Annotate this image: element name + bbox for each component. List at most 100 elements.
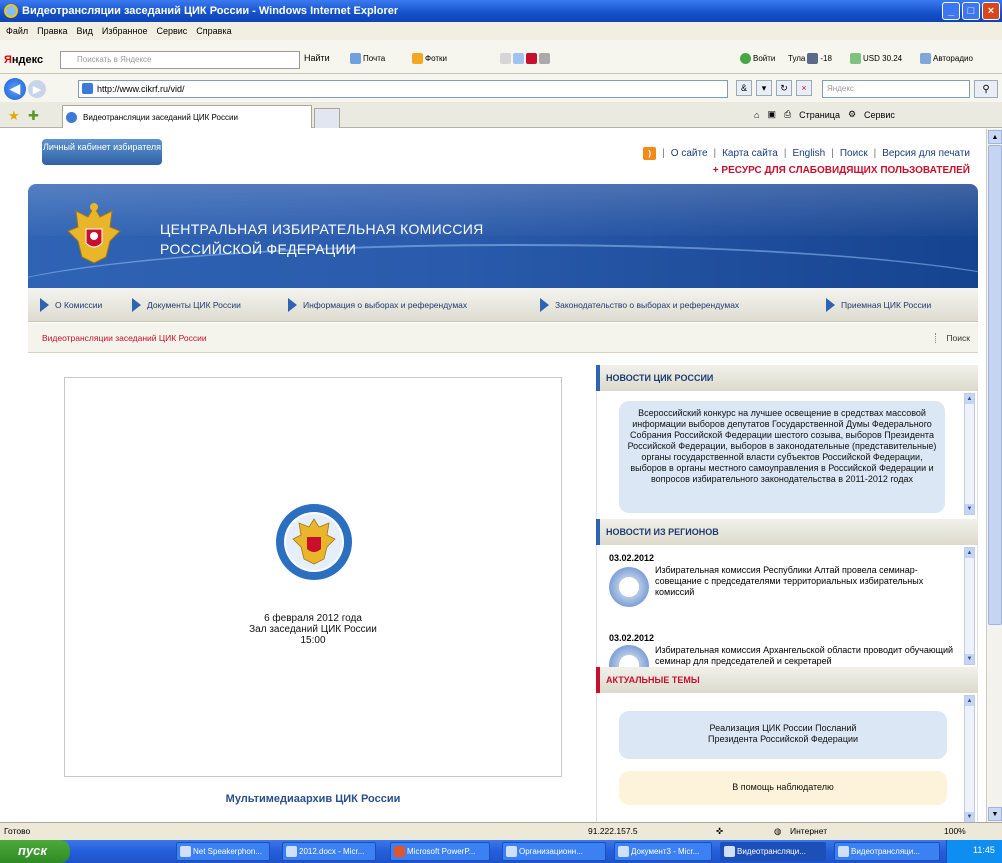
cik-emblem-icon — [276, 504, 352, 580]
compat-view-button[interactable]: & — [736, 80, 752, 96]
back-button[interactable]: ◀ — [4, 78, 26, 100]
link-sitemap[interactable]: Карта сайта — [722, 148, 778, 159]
clock[interactable]: 11:45 — [973, 845, 995, 855]
rss-icon[interactable]: ) — [643, 147, 657, 160]
close-button[interactable]: × — [982, 2, 1000, 20]
scroll-down-icon[interactable]: ▼ — [988, 807, 1002, 821]
taskbar-app[interactable]: Видеотрансляци... — [720, 842, 826, 861]
news-cik-header[interactable]: НОВОСТИ ЦИК РОССИИ — [596, 365, 978, 391]
link-about[interactable]: О сайте — [671, 148, 708, 159]
menu-edit[interactable]: Правка — [37, 26, 67, 36]
mail-button[interactable]: Почта — [350, 53, 385, 64]
address-input[interactable]: http://www.cikrf.ru/vid/ — [78, 80, 728, 98]
browser-search-button[interactable]: ⚲ — [974, 80, 998, 98]
news-cik-scrollbar[interactable]: ▲ ▼ — [964, 393, 975, 515]
news-cik-item[interactable]: Всероссийский конкурс на лучшее освещени… — [619, 401, 945, 513]
news-regions-header[interactable]: НОВОСТИ ИЗ РЕГИОНОВ — [596, 519, 978, 545]
news-thumbnail[interactable] — [609, 567, 649, 607]
stop-button[interactable]: × — [796, 80, 812, 96]
news-item-text[interactable]: Избирательная комиссия Республики Алтай … — [655, 565, 955, 598]
yandex-logo[interactable]: Яндекс — [4, 54, 43, 66]
minimize-button[interactable]: _ — [942, 2, 960, 20]
voter-cabinet-button[interactable]: Личный кабинет избирателя — [42, 139, 162, 165]
taskbar-app[interactable]: Организационн... — [502, 842, 606, 861]
zoom-level[interactable]: 100% — [944, 826, 966, 836]
topic-item-president-messages[interactable]: Реализация ЦИК России Посланий Президент… — [619, 711, 947, 759]
taskbar-app[interactable]: 2012.docx - Micr... — [282, 842, 376, 861]
banner-title-line2: РОССИЙСКОЙ ФЕДЕРАЦИИ — [160, 241, 357, 257]
nav-arrow-icon — [132, 298, 141, 312]
scroll-up-icon[interactable]: ▲ — [965, 394, 974, 404]
subnav-search[interactable]: Поиск — [935, 333, 970, 343]
video-player[interactable]: 6 февраля 2012 года Зал заседаний ЦИК Ро… — [64, 377, 562, 777]
accessibility-link[interactable]: + РЕСУРС ДЛЯ СЛАБОВИДЯЩИХ ПОЛЬЗОВАТЕЛЕЙ — [713, 165, 970, 176]
current-section[interactable]: Видеотрансляции заседаний ЦИК России — [42, 333, 207, 343]
weather-widget[interactable]: Тула -18 — [788, 53, 832, 64]
weather-city: Тула — [788, 54, 806, 63]
page-viewport: Личный кабинет избирателя ) | О сайте | … — [0, 129, 986, 822]
maximize-button[interactable]: □ — [962, 2, 980, 20]
dropdown-button[interactable]: ▾ — [756, 80, 772, 96]
scroll-down-icon[interactable]: ▼ — [965, 654, 974, 664]
link-search[interactable]: Поиск — [840, 148, 868, 159]
scroll-up-icon[interactable]: ▲ — [988, 130, 1002, 144]
feeds-icon[interactable]: ▣ — [767, 109, 776, 120]
new-tab-button[interactable] — [314, 108, 340, 128]
link-print-version[interactable]: Версия для печати — [882, 148, 970, 159]
nav-documents[interactable]: Документы ЦИК России — [132, 298, 241, 312]
browser-search-input[interactable]: Яндекс — [822, 80, 970, 98]
print-icon[interactable]: ⎙ — [784, 109, 791, 120]
scroll-down-icon[interactable]: ▼ — [965, 504, 974, 514]
news-item-text[interactable]: Избирательная комиссия Архангельской обл… — [655, 645, 955, 667]
multimedia-archive-link[interactable]: Мультимедиаархив ЦИК России — [64, 793, 562, 805]
mail-icon — [350, 53, 361, 64]
topics-header[interactable]: АКТУАЛЬНЫЕ ТЕМЫ — [596, 667, 978, 693]
yandex-search-input[interactable]: Поискать в Яндексе — [60, 51, 300, 69]
photos-button[interactable]: Фотки — [412, 53, 447, 64]
scroll-down-icon[interactable]: ▼ — [965, 812, 974, 822]
yandex-find-button[interactable]: Найти — [304, 53, 330, 63]
scroll-thumb[interactable] — [988, 145, 1002, 625]
scroll-up-icon[interactable]: ▲ — [965, 548, 974, 558]
nav-label: О Комиссии — [55, 300, 103, 310]
taskbar-app[interactable]: Microsoft PowerP... — [390, 842, 490, 861]
nav-elections-info[interactable]: Информация о выборах и референдумах — [288, 298, 467, 312]
page-menu[interactable]: Страница — [799, 110, 840, 120]
menu-favorites[interactable]: Избранное — [102, 26, 148, 36]
topics-scrollbar[interactable]: ▲ ▼ — [964, 695, 975, 822]
refresh-button[interactable]: ↻ — [776, 80, 792, 96]
taskbar-app[interactable]: Документ3 - Micr... — [614, 842, 712, 861]
tools-menu[interactable]: Сервис — [864, 110, 895, 120]
menu-view[interactable]: Вид — [77, 26, 93, 36]
home-icon[interactable]: ⌂ — [754, 110, 759, 120]
add-favorites-icon[interactable]: ✚ — [28, 108, 39, 124]
favorites-star-icon[interactable]: ★ — [8, 108, 20, 124]
tab-active[interactable]: Видеотрансляции заседаний ЦИК России — [62, 105, 312, 128]
coat-of-arms-icon[interactable] — [66, 201, 122, 267]
login-button[interactable]: Войти — [740, 53, 775, 64]
page-scrollbar[interactable]: ▲ ▼ — [986, 129, 1002, 822]
toolbar-extras[interactable] — [500, 53, 550, 64]
news-regions-scrollbar[interactable]: ▲ ▼ — [964, 547, 975, 665]
menu-tools[interactable]: Сервис — [156, 26, 187, 36]
broadcast-date: 6 февраля 2012 года — [264, 613, 362, 624]
mail-label: Почта — [363, 54, 386, 63]
radio-widget[interactable]: Авторадио — [920, 53, 973, 64]
news-thumbnail[interactable] — [609, 645, 649, 667]
menu-help[interactable]: Справка — [196, 26, 231, 36]
start-button[interactable]: пуск — [0, 840, 70, 863]
nav-legislation[interactable]: Законодательство о выборах и референдума… — [540, 298, 739, 312]
address-toolbar: ◀ ▶ http://www.cikrf.ru/vid/ & ▾ ↻ × Янд… — [0, 74, 1002, 102]
menu-file[interactable]: Файл — [6, 26, 28, 36]
nav-label: Законодательство о выборах и референдума… — [555, 300, 740, 310]
currency-widget[interactable]: USD 30.24 — [850, 53, 902, 64]
nav-commission[interactable]: О Комиссии — [40, 298, 102, 312]
taskbar-app[interactable]: Net Speakerphon... — [176, 842, 270, 861]
taskbar-app[interactable]: Видеотрансляци... — [834, 842, 940, 861]
link-english[interactable]: English — [792, 148, 825, 159]
forward-button[interactable]: ▶ — [28, 80, 46, 98]
nav-reception[interactable]: Приемная ЦИК России — [826, 298, 931, 312]
sub-navigation: Видеотрансляции заседаний ЦИК России Пои… — [28, 323, 978, 353]
topic-item-observer-help[interactable]: В помощь наблюдателю — [619, 771, 947, 805]
scroll-up-icon[interactable]: ▲ — [965, 696, 974, 706]
